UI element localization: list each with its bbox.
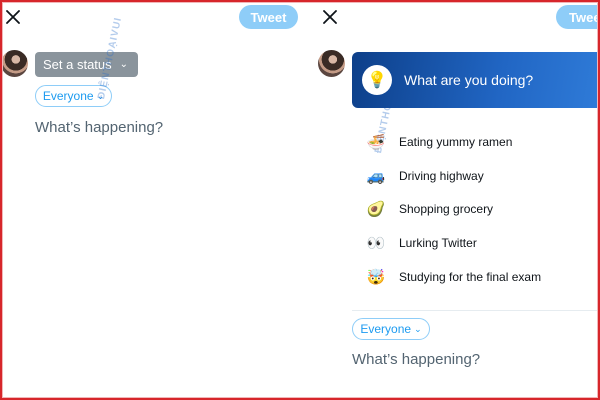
status-options-list: 🍜 Eating yummy ramen 🚙 Driving highway 🥑…: [352, 125, 600, 294]
chevron-down-icon: ⌄: [119, 59, 129, 70]
compose-panel-left: Tweet Set a status ⌄ Everyone ⌄ What’s h…: [0, 0, 300, 400]
set-status-button[interactable]: Set a status ⌄: [35, 52, 138, 77]
compose-input[interactable]: What’s happening?: [35, 119, 163, 136]
status-option-label: Shopping grocery: [399, 202, 494, 217]
close-button[interactable]: [2, 6, 24, 28]
status-option-lurking[interactable]: 👀 Lurking Twitter: [352, 226, 600, 260]
avatar[interactable]: [318, 50, 345, 77]
status-prompt-title: What are you doing?: [404, 72, 534, 88]
tweet-button[interactable]: Twee: [556, 5, 600, 29]
lightbulb-icon: 💡: [362, 65, 392, 95]
status-option-label: Lurking Twitter: [399, 236, 477, 251]
ramen-icon: 🍜: [366, 133, 386, 151]
exploding-head-icon: 🤯: [366, 269, 386, 287]
status-prompt-header: 💡 What are you doing?: [352, 52, 600, 108]
close-icon: [323, 10, 337, 24]
status-option-label: Eating yummy ramen: [399, 134, 513, 149]
status-option-shopping[interactable]: 🥑 Shopping grocery: [352, 193, 600, 227]
tweet-button[interactable]: Tweet: [239, 5, 298, 29]
avocado-icon: 🥑: [366, 201, 386, 219]
audience-label: Everyone: [42, 89, 94, 103]
close-icon: [6, 10, 20, 24]
divider: [352, 310, 600, 311]
compose-input[interactable]: What’s happening?: [352, 351, 480, 368]
status-option-label: Driving highway: [399, 168, 484, 183]
audience-label: Everyone: [360, 322, 412, 336]
status-option-ramen[interactable]: 🍜 Eating yummy ramen: [352, 125, 600, 159]
status-option-label: Studying for the final exam: [399, 270, 542, 285]
status-option-driving[interactable]: 🚙 Driving highway: [352, 159, 600, 193]
avatar[interactable]: [1, 50, 28, 77]
audience-selector[interactable]: Everyone ⌄: [352, 318, 430, 340]
peeking-eyes-icon: 👀: [366, 235, 386, 253]
status-option-studying[interactable]: 🤯 Studying for the final exam: [352, 260, 600, 294]
chevron-down-icon: ⌄: [414, 323, 422, 334]
car-icon: 🚙: [366, 167, 386, 185]
close-button[interactable]: [319, 6, 341, 28]
